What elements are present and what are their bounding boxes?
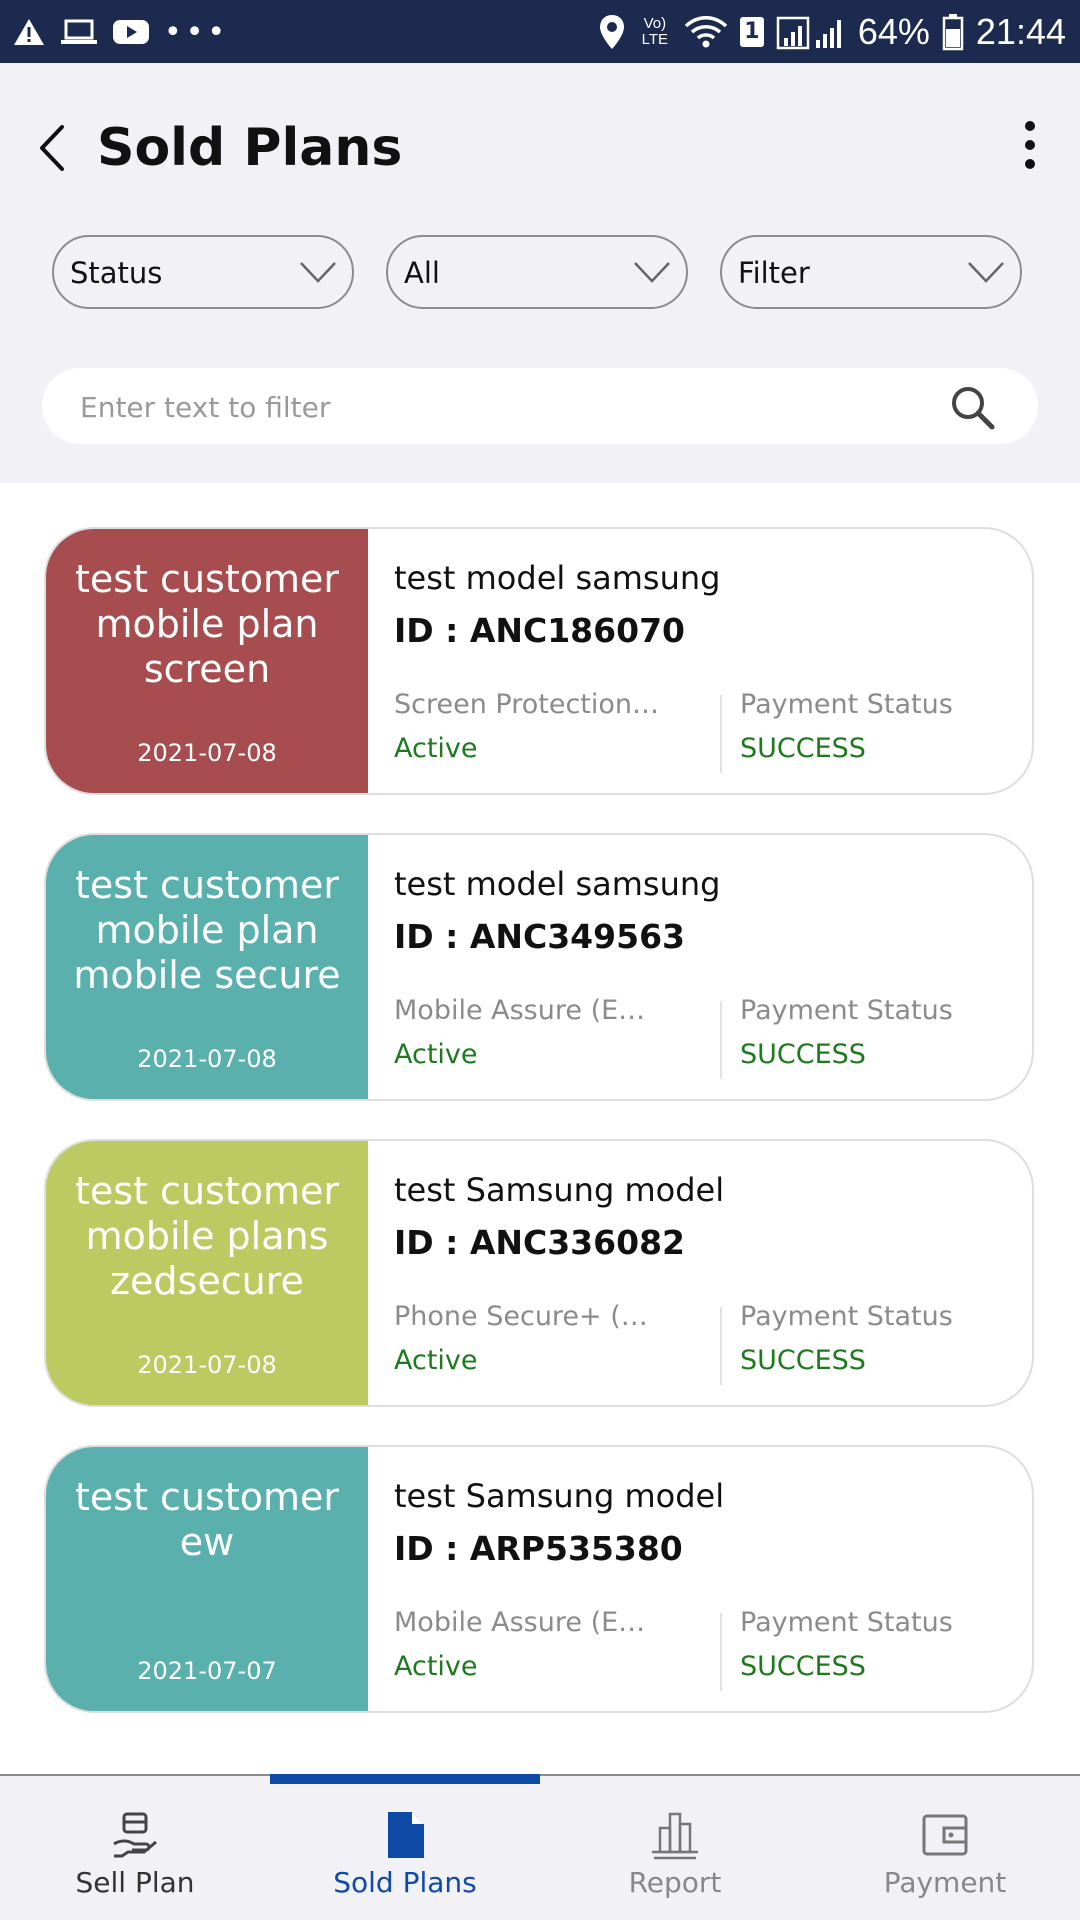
plan-date: 2021-07-08	[137, 1351, 277, 1379]
location-icon	[599, 15, 624, 49]
more-notifications-icon: •••	[164, 14, 230, 50]
header: Sold Plans Status All Filter	[0, 63, 1080, 483]
youtube-icon	[113, 20, 149, 44]
plan-id: ID : ANC336082	[394, 1223, 685, 1262]
customer-name: test customer mobile plan mobile secure	[73, 863, 341, 997]
page-title: Sold Plans	[97, 118, 403, 178]
wallet-icon	[922, 1814, 968, 1856]
plan-card-details: test Samsung model ID : ANC336082 Phone …	[394, 1141, 1032, 1405]
plan-status: Active	[394, 733, 478, 764]
plan-card-customer-panel: test customer mobile plan screen 2021-07…	[46, 529, 368, 793]
wifi-icon	[684, 16, 728, 48]
plan-card-customer-panel: test customer mobile plan mobile secure …	[46, 835, 368, 1099]
divider	[720, 1613, 722, 1691]
more-dot	[1025, 140, 1035, 150]
nav-label: Report	[628, 1866, 722, 1899]
nav-label: Sold Plans	[333, 1866, 477, 1899]
device-model: test model samsung	[394, 559, 721, 597]
dropdown-label: Status	[70, 256, 163, 290]
payment-status-label: Payment Status	[740, 995, 953, 1026]
plan-date: 2021-07-08	[137, 1045, 277, 1073]
divider	[720, 1001, 722, 1079]
dropdown-label: All	[404, 256, 440, 290]
plan-date: 2021-07-08	[137, 739, 277, 767]
search-input[interactable]	[78, 368, 932, 446]
sell-plan-icon	[113, 1812, 157, 1858]
nav-payment[interactable]: Payment	[810, 1776, 1080, 1922]
plan-card-details: test model samsung ID : ANC349563 Mobile…	[394, 835, 1032, 1099]
more-vertical-icon	[1025, 121, 1035, 131]
device-model: test Samsung model	[394, 1171, 725, 1209]
payment-status-value: SUCCESS	[740, 1651, 866, 1682]
payment-status-value: SUCCESS	[740, 1345, 866, 1376]
filter-dropdown[interactable]: Filter	[720, 235, 1022, 309]
plan-card[interactable]: test customer mobile plan mobile secure …	[44, 833, 1034, 1101]
chevron-down-icon	[634, 262, 670, 283]
payment-status-label: Payment Status	[740, 1607, 953, 1638]
plan-card[interactable]: test customer ew 2021-07-07 test Samsung…	[44, 1445, 1034, 1713]
nav-label: Payment	[883, 1866, 1007, 1899]
clock: 21:44	[975, 11, 1066, 52]
status-bar: ••• Vo) LTE 1 64% 21:44	[0, 0, 1080, 63]
plan-card-customer-panel: test customer ew 2021-07-07	[46, 1447, 368, 1711]
plan-id: ID : ARP535380	[394, 1529, 683, 1568]
nav-sell-plan[interactable]: Sell Plan	[0, 1776, 270, 1922]
plan-card[interactable]: test customer mobile plans zedsecure 202…	[44, 1139, 1034, 1407]
plan-status: Active	[394, 1039, 478, 1070]
customer-name: test customer mobile plan screen	[75, 557, 339, 691]
battery-percent: 64%	[857, 11, 930, 52]
plan-name: Mobile Assure (E…	[394, 1607, 646, 1638]
customer-name: test customer ew	[75, 1475, 339, 1564]
status-dropdown[interactable]: Status	[52, 235, 354, 309]
volte-icon: Vo) LTE	[641, 15, 669, 48]
device-model: test model samsung	[394, 865, 721, 903]
bottom-navigation: Sell Plan Sold Plans Report Payment	[0, 1774, 1080, 1920]
laptop-icon	[61, 19, 97, 44]
nav-label: Sell Plan	[75, 1866, 195, 1899]
search-icon[interactable]	[948, 383, 996, 431]
category-dropdown[interactable]: All	[386, 235, 688, 309]
chevron-down-icon	[968, 262, 1004, 283]
more-dot	[1025, 159, 1035, 169]
plan-name: Screen Protection…	[394, 689, 660, 720]
plan-card-details: test Samsung model ID : ARP535380 Mobile…	[394, 1447, 1032, 1711]
customer-name: test customer mobile plans zedsecure	[75, 1169, 339, 1303]
plan-id: ID : ANC349563	[394, 917, 685, 956]
warning-icon	[14, 19, 44, 45]
plan-date: 2021-07-07	[137, 1657, 277, 1685]
divider	[720, 695, 722, 773]
dropdown-label: Filter	[738, 256, 810, 290]
plan-card-details: test model samsung ID : ANC186070 Screen…	[394, 529, 1032, 793]
sim-badge: 1	[739, 17, 764, 47]
nav-sold-plans[interactable]: Sold Plans	[270, 1776, 540, 1922]
divider	[720, 1307, 722, 1385]
status-bar-system: Vo) LTE 1 64% 21:44	[598, 10, 1066, 54]
signal-icon	[776, 16, 841, 50]
plan-id: ID : ANC186070	[394, 611, 685, 650]
plan-card-customer-panel: test customer mobile plans zedsecure 202…	[46, 1141, 368, 1405]
plan-status: Active	[394, 1345, 478, 1376]
back-button[interactable]	[30, 113, 80, 183]
chevron-down-icon	[300, 262, 336, 283]
payment-status-value: SUCCESS	[740, 1039, 866, 1070]
plan-status: Active	[394, 1651, 478, 1682]
more-options-button[interactable]	[1010, 113, 1050, 183]
bar-chart-icon	[652, 1812, 698, 1860]
payment-status-value: SUCCESS	[740, 733, 866, 764]
status-bar-notifications: •••	[12, 12, 229, 52]
payment-status-label: Payment Status	[740, 1301, 953, 1332]
battery-icon	[942, 14, 964, 51]
payment-status-label: Payment Status	[740, 689, 953, 720]
plan-card[interactable]: test customer mobile plan screen 2021-07…	[44, 527, 1034, 795]
document-icon	[388, 1812, 424, 1858]
nav-report[interactable]: Report	[540, 1776, 810, 1922]
plan-name: Phone Secure+ (A…	[394, 1301, 664, 1332]
chevron-left-icon	[40, 125, 64, 171]
search-bar	[42, 368, 1038, 446]
plan-name: Mobile Assure (E…	[394, 995, 646, 1026]
device-model: test Samsung model	[394, 1477, 725, 1515]
